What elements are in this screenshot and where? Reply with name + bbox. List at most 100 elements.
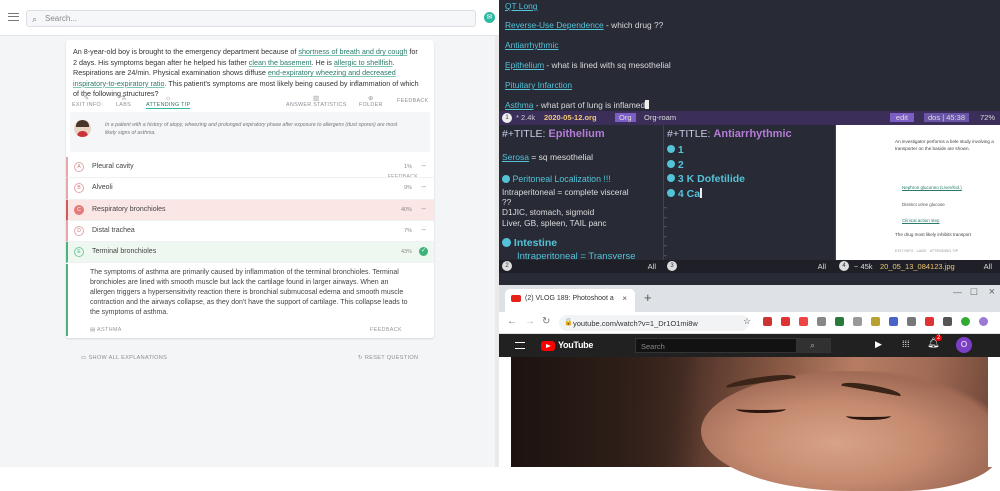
youtube-search-button[interactable]: ⌕ xyxy=(797,338,831,353)
explanation-feedback-link[interactable]: FEEDBACK xyxy=(370,327,402,333)
youtube-logo-icon[interactable] xyxy=(541,341,555,351)
extension-icon[interactable] xyxy=(781,317,790,326)
show-all-explanations-button[interactable]: ▭ SHOW ALL EXPLANATIONS xyxy=(81,355,167,361)
bullet-icon xyxy=(667,159,675,168)
text-cursor xyxy=(645,100,650,109)
org-link[interactable]: Serosa xyxy=(502,152,529,162)
org-buffer: QT Long Reverse-Use Dependence - which d… xyxy=(499,0,1000,112)
attending-tip-text: In a patient with a history of atopy, wh… xyxy=(105,122,398,136)
org-title: #+TITLE: Epithelium xyxy=(502,128,605,140)
tool-folder[interactable]: ⊕ FOLDER xyxy=(359,95,383,108)
tool-attending-tip[interactable]: ☼ ATTENDING TIP xyxy=(146,95,191,109)
org-window-antiarrhythmic[interactable]: #+TITLE: Antiarrhythmic 1 2 3 K Dofetili… xyxy=(664,125,836,260)
answer-explanation: The symptoms of asthma are primarily cau… xyxy=(66,264,434,336)
collapse-icon[interactable]: – xyxy=(422,204,426,213)
org-list-item: 4 Ca xyxy=(667,187,745,202)
page-scrollbar[interactable] xyxy=(988,357,1000,467)
reset-icon: ↻ xyxy=(358,355,363,361)
url-field[interactable]: 🔒 youtube.com/watch?v=1_Dr1O1mi8w xyxy=(559,315,749,331)
bullet-icon xyxy=(667,188,675,197)
org-link[interactable]: Reverse-Use Dependence xyxy=(505,20,604,30)
download-icon[interactable] xyxy=(835,317,844,326)
keyword-link[interactable]: allergic to shellfish xyxy=(334,58,393,67)
bullet-icon xyxy=(502,175,510,183)
image-window[interactable]: An investigator performs a bele study in… xyxy=(836,125,1000,260)
browser-tab[interactable]: (2) VLOG 189: Photoshoot a × xyxy=(505,289,635,312)
window-close-icon[interactable]: × xyxy=(989,286,995,298)
org-link[interactable]: Pituitary Infarction xyxy=(505,80,572,90)
extension-icon[interactable] xyxy=(961,317,970,326)
org-link[interactable]: Antiarrhythmic xyxy=(505,40,559,50)
new-tab-icon[interactable]: + xyxy=(644,290,652,305)
fringe-marks: ------ xyxy=(664,203,667,260)
create-video-icon[interactable]: ▶ xyxy=(875,339,882,350)
close-icon[interactable]: × xyxy=(622,294,627,303)
extension-icon[interactable] xyxy=(907,317,916,326)
answer-option-d[interactable]: D Distal trachea 7% – xyxy=(66,220,434,243)
tool-answer-statistics[interactable]: ▥ ANSWER STATISTICS xyxy=(286,95,347,108)
org-list-item: 3 K Dofetilide xyxy=(667,172,745,187)
explanation-tag[interactable]: ▤ ASTHMA xyxy=(90,327,122,333)
address-bar-row: ← → ↻ 🔒 youtube.com/watch?v=1_Dr1O1mi8w … xyxy=(499,312,1000,334)
search-input[interactable]: ⌕ Search... xyxy=(26,10,476,27)
extension-icon[interactable] xyxy=(871,317,880,326)
attending-avatar xyxy=(74,120,91,137)
bullet-icon xyxy=(502,238,511,247)
question-toolbar: ✎ EXIT INFO ⚗ LABS ☼ ATTENDING TIP ▥ ANSWER … xyxy=(70,95,430,109)
org-link[interactable]: Epithelium xyxy=(505,60,544,70)
extension-icon[interactable] xyxy=(763,317,772,326)
chart-icon: ▥ xyxy=(313,95,320,102)
org-window-epithelium[interactable]: #+TITLE: Epithelium Serosa = sq mesothel… xyxy=(499,125,664,260)
video-player[interactable] xyxy=(511,357,1000,491)
collapse-icon[interactable]: – xyxy=(422,225,426,234)
answer-option-b[interactable]: B Alveoli 9% – xyxy=(66,178,434,200)
org-link[interactable]: Asthma xyxy=(505,100,533,110)
forward-icon[interactable]: → xyxy=(525,316,535,327)
youtube-search-input[interactable]: Search xyxy=(635,338,797,353)
tool-labs[interactable]: ⚗ LABS xyxy=(116,95,131,108)
bullet-icon xyxy=(667,174,675,182)
tool-feedback[interactable]: FEEDBACK xyxy=(397,98,428,104)
reset-question-button[interactable]: ↻ RESET QUESTION xyxy=(358,355,418,361)
org-link[interactable]: QT Long xyxy=(505,1,537,11)
profile-avatar[interactable] xyxy=(979,317,988,326)
extension-icon[interactable] xyxy=(925,317,934,326)
search-icon: ⌕ xyxy=(810,340,816,350)
qbank-pane: ⌕ Search... ✉ An 8-year-old boy is broug… xyxy=(0,0,499,467)
pencil-icon: ✎ xyxy=(83,95,90,102)
comment-icon: ▭ xyxy=(81,355,87,361)
tool-exit-info[interactable]: ✎ EXIT INFO xyxy=(72,95,101,108)
reload-icon[interactable]: ↻ xyxy=(542,316,550,327)
account-avatar[interactable]: O xyxy=(956,337,972,353)
back-icon[interactable]: ← xyxy=(507,316,517,327)
extension-icon[interactable] xyxy=(853,317,862,326)
youtube-favicon-icon xyxy=(511,295,521,302)
answer-option-c[interactable]: C Respiratory bronchioles 40% – xyxy=(66,199,434,221)
question-card: An 8-year-old boy is brought to the emer… xyxy=(66,40,434,338)
maximize-icon[interactable]: ☐ xyxy=(970,287,978,298)
apps-grid-icon[interactable]: ⁞⁞⁞ xyxy=(902,339,910,349)
lightbulb-icon: ☼ xyxy=(165,95,172,102)
answer-options: A Pleural cavity 1% – B Alveoli 9% – C R… xyxy=(66,157,434,264)
collapse-icon[interactable]: – xyxy=(422,182,426,191)
chat-icon[interactable]: ✉ xyxy=(484,12,495,23)
menu-icon[interactable] xyxy=(515,342,525,349)
collapse-icon[interactable]: – xyxy=(422,161,426,170)
keyword-link[interactable]: shortness of breath and dry cough xyxy=(298,47,407,56)
bookmark-star-icon[interactable]: ☆ xyxy=(743,316,751,327)
extension-icon[interactable] xyxy=(799,317,808,326)
org-list-item: 1 xyxy=(667,143,745,158)
minimize-icon[interactable]: — xyxy=(953,287,962,297)
hamburger-menu-icon[interactable] xyxy=(8,13,19,21)
extensions-bar xyxy=(761,317,997,329)
emacs-modeline: 1 * 2.4k 2020-05-12.org Org Org-roam edi… xyxy=(499,111,1000,125)
extension-icon[interactable] xyxy=(817,317,826,326)
answer-option-a[interactable]: A Pleural cavity 1% – xyxy=(66,157,434,179)
right-pane: QT Long Reverse-Use Dependence - which d… xyxy=(499,0,1000,491)
answer-option-e[interactable]: E Terminal bronchioles 43% ✓ xyxy=(66,242,434,264)
extension-icon[interactable] xyxy=(889,317,898,326)
extension-icon[interactable] xyxy=(943,317,952,326)
window-modeline-2: 2 All xyxy=(499,260,664,273)
keyword-link[interactable]: clean the basement xyxy=(249,58,312,67)
folder-icon: ⊕ xyxy=(367,95,374,102)
